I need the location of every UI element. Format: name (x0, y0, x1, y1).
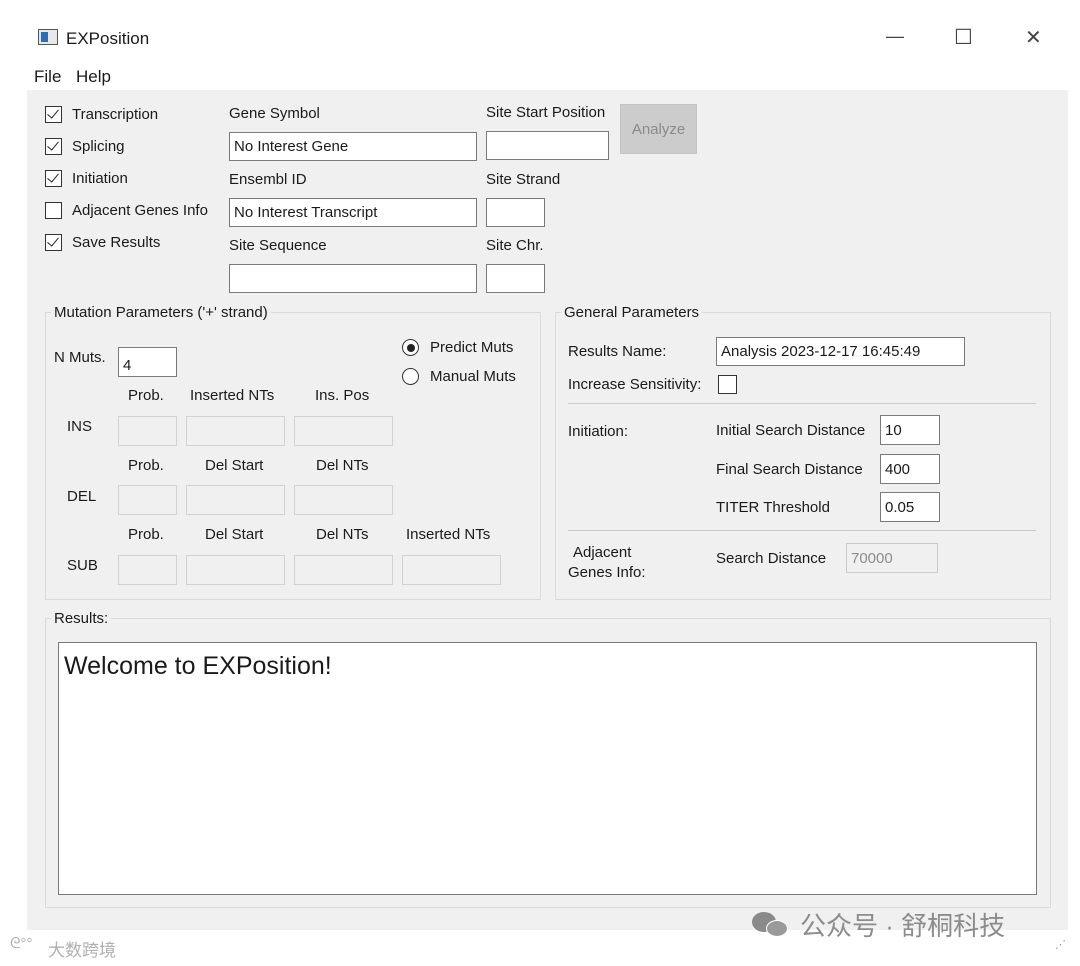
site-strand-input[interactable] (486, 198, 545, 227)
close-icon[interactable]: ✕ (1025, 25, 1042, 50)
transcription-checkbox[interactable] (45, 106, 62, 123)
final-search-distance-input[interactable] (880, 454, 940, 484)
adjacent-genes-checkbox[interactable] (45, 202, 62, 219)
n-muts-input[interactable] (118, 347, 177, 377)
site-start-input[interactable] (486, 131, 609, 160)
del-prob-field[interactable] (118, 485, 177, 515)
general-parameters-title: General Parameters (561, 304, 703, 321)
adjacent-genes-section-label-2: Genes Info: (568, 564, 646, 581)
ins-header-inserted-nts: Inserted NTs (190, 387, 275, 404)
site-start-label: Site Start Position (486, 104, 606, 121)
watermark-logo-icon: ᘓ°° (10, 935, 33, 952)
sub-header-prob: Prob. (128, 526, 164, 543)
search-distance-label: Search Distance (716, 550, 827, 567)
splicing-label: Splicing (72, 138, 125, 155)
predict-muts-label: Predict Muts (430, 339, 514, 356)
save-results-label: Save Results (72, 234, 161, 251)
general-separator-2 (568, 530, 1036, 531)
gene-symbol-label: Gene Symbol (229, 105, 320, 122)
titer-threshold-input[interactable] (880, 492, 940, 522)
analyze-button-label: Analyze (631, 120, 686, 138)
search-distance-input[interactable] (846, 543, 938, 573)
menu-help[interactable]: Help (76, 67, 111, 87)
manual-muts-label: Manual Muts (430, 368, 516, 385)
general-separator-1 (568, 403, 1036, 404)
del-label: DEL (67, 488, 97, 505)
ins-prob-field[interactable] (118, 416, 177, 446)
wechat-icon (752, 912, 790, 938)
initial-search-distance-label: Initial Search Distance (716, 422, 866, 439)
del-header-prob: Prob. (128, 457, 164, 474)
sub-inserted-nts-field[interactable] (402, 555, 501, 585)
results-title: Results: (51, 610, 112, 627)
sub-header-del-nts: Del NTs (316, 526, 369, 543)
results-textarea[interactable]: Welcome to EXPosition! (58, 642, 1037, 895)
increase-sensitivity-label: Increase Sensitivity: (568, 376, 702, 393)
minimize-icon[interactable]: — (886, 26, 904, 47)
sub-del-nts-field[interactable] (294, 555, 393, 585)
app-icon (38, 29, 58, 45)
sub-prob-field[interactable] (118, 555, 177, 585)
initiation-checkbox[interactable] (45, 170, 62, 187)
ins-header-prob: Prob. (128, 387, 164, 404)
resize-grip-icon[interactable]: ⋰ (1055, 938, 1066, 951)
save-results-checkbox[interactable] (45, 234, 62, 251)
menu-bar: File Help (0, 64, 1080, 88)
ins-header-ins-pos: Ins. Pos (315, 387, 370, 404)
splicing-checkbox[interactable] (45, 138, 62, 155)
manual-muts-radio[interactable] (402, 368, 419, 385)
site-chr-label: Site Chr. (486, 237, 544, 254)
analyze-button[interactable]: Analyze (620, 104, 697, 154)
ensembl-id-label: Ensembl ID (229, 171, 307, 188)
del-header-del-start: Del Start (205, 457, 264, 474)
results-name-input[interactable] (716, 337, 965, 366)
ensembl-id-input[interactable] (229, 198, 477, 227)
final-search-distance-label: Final Search Distance (716, 461, 863, 478)
watermark-bottom-right: 公众号 · 舒桐科技 (800, 911, 1006, 941)
results-text: Welcome to EXPosition! (64, 652, 332, 680)
site-sequence-input[interactable] (229, 264, 477, 293)
titer-threshold-label: TITER Threshold (716, 499, 830, 516)
transcription-label: Transcription (72, 106, 159, 123)
del-start-field[interactable] (186, 485, 285, 515)
initiation-label: Initiation (72, 170, 128, 187)
sub-del-start-field[interactable] (186, 555, 285, 585)
initiation-section-label: Initiation: (568, 423, 629, 440)
sub-label: SUB (67, 557, 98, 574)
ins-inserted-nts-field[interactable] (186, 416, 285, 446)
mutation-parameters-title: Mutation Parameters ('+' strand) (51, 304, 271, 321)
adjacent-genes-label: Adjacent Genes Info (72, 202, 208, 219)
ins-label: INS (67, 418, 93, 435)
maximize-icon[interactable]: ☐ (954, 25, 973, 50)
gene-symbol-input[interactable] (229, 132, 477, 161)
sub-header-del-start: Del Start (205, 526, 264, 543)
initial-search-distance-input[interactable] (880, 415, 940, 445)
adjacent-genes-section-label-1: Adjacent (573, 544, 632, 561)
window-title: EXPosition (66, 29, 150, 48)
ins-pos-field[interactable] (294, 416, 393, 446)
predict-muts-radio[interactable] (402, 339, 419, 356)
site-chr-input[interactable] (486, 264, 545, 293)
results-name-label: Results Name: (568, 343, 667, 360)
menu-file[interactable]: File (34, 67, 61, 87)
title-bar: EXPosition — ☐ ✕ (0, 0, 1080, 64)
n-muts-label: N Muts. (54, 349, 106, 366)
site-sequence-label: Site Sequence (229, 237, 327, 254)
site-strand-label: Site Strand (486, 171, 561, 188)
watermark-bottom-left: 大数跨境 (48, 941, 116, 960)
increase-sensitivity-checkbox[interactable] (718, 375, 737, 394)
del-nts-field[interactable] (294, 485, 393, 515)
del-header-del-nts: Del NTs (316, 457, 369, 474)
sub-header-inserted-nts: Inserted NTs (406, 526, 491, 543)
